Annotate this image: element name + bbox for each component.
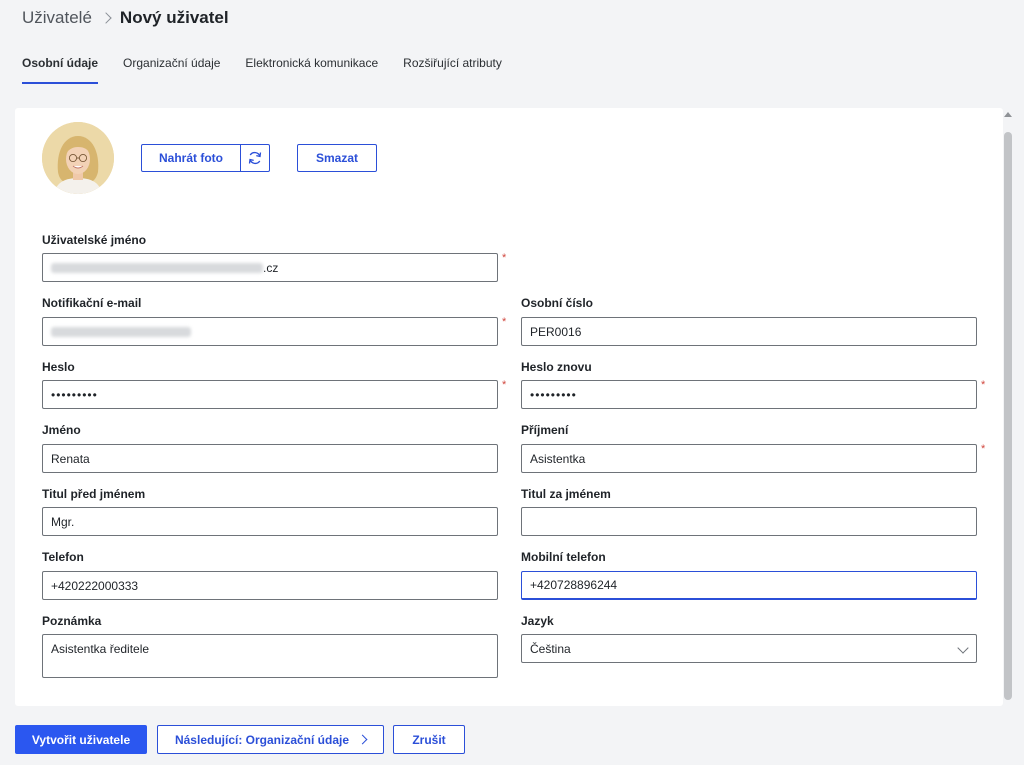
chevron-right-icon [100, 12, 112, 24]
scroll-up-arrow-icon[interactable] [1004, 112, 1012, 117]
last-name-field[interactable]: Asistentka [521, 444, 977, 473]
title-before-field[interactable]: Mgr. [42, 507, 498, 536]
last-name-label: Příjmení [521, 423, 569, 437]
password-again-field[interactable]: ••••••••• [521, 380, 977, 409]
tab-extended-attributes[interactable]: Rozšiřující atributy [403, 52, 502, 84]
upload-photo-button[interactable]: Nahrát foto [142, 145, 241, 171]
next-step-button[interactable]: Následující: Organizační údaje [157, 725, 384, 754]
password-label: Heslo [42, 360, 75, 374]
mobile-label: Mobilní telefon [521, 550, 606, 564]
title-before-label: Titul před jménem [42, 487, 146, 501]
first-name-label: Jméno [42, 423, 81, 437]
tab-personal-data[interactable]: Osobní údaje [22, 52, 99, 84]
next-step-label: Následující: Organizační údaje [174, 732, 350, 747]
chevron-down-icon [957, 642, 969, 654]
tab-organizational-data[interactable]: Organizační údaje [123, 52, 220, 84]
mobile-field[interactable]: +420728896244 [521, 571, 977, 600]
breadcrumb: Uživatelé Nový uživatel [22, 8, 229, 28]
language-select[interactable]: Čeština [521, 634, 977, 663]
title-after-label: Titul za jménem [521, 487, 611, 501]
tab-bar: Osobní údaje Organizační údaje Elektroni… [22, 52, 527, 84]
personal-number-label: Osobní číslo [521, 296, 594, 310]
user-photo-icon [42, 122, 114, 194]
note-textarea[interactable]: Asistentka ředitele [42, 634, 498, 678]
required-marker: * [981, 379, 986, 391]
refresh-icon[interactable] [241, 145, 269, 171]
required-marker: * [502, 379, 507, 391]
breadcrumb-parent-link[interactable]: Uživatelé [22, 8, 92, 28]
username-label: Uživatelské jméno [42, 233, 147, 247]
cancel-button[interactable]: Zrušit [393, 725, 465, 754]
required-marker: * [981, 443, 986, 455]
page-title: Nový uživatel [119, 8, 229, 27]
blurred-text [51, 262, 263, 273]
notify-email-label: Notifikační e-mail [42, 296, 142, 310]
phone-field[interactable]: +420222000333 [42, 571, 498, 600]
create-user-button[interactable]: Vytvořit uživatele [15, 725, 147, 754]
scrollbar-thumb[interactable] [1004, 132, 1012, 700]
delete-photo-button[interactable]: Smazat [297, 144, 377, 172]
password-field[interactable]: ••••••••• [42, 380, 498, 409]
language-label: Jazyk [521, 614, 554, 628]
tab-electronic-communication[interactable]: Elektronická komunikace [245, 52, 378, 84]
user-photo [42, 122, 114, 194]
title-after-field[interactable] [521, 507, 977, 536]
required-marker: * [502, 316, 507, 328]
username-suffix: .cz [263, 260, 279, 275]
note-label: Poznámka [42, 614, 102, 628]
language-select-value: Čeština [530, 641, 571, 656]
password-again-label: Heslo znovu [521, 360, 592, 374]
personal-number-field[interactable]: PER0016 [521, 317, 977, 346]
phone-label: Telefon [42, 550, 84, 564]
blurred-text [51, 326, 191, 337]
chevron-right-icon [357, 734, 368, 745]
username-field[interactable]: .cz [42, 253, 498, 282]
required-marker: * [502, 252, 507, 264]
upload-photo-group: Nahrát foto [141, 144, 270, 172]
notify-email-field[interactable] [42, 317, 498, 346]
first-name-field[interactable]: Renata [42, 444, 498, 473]
